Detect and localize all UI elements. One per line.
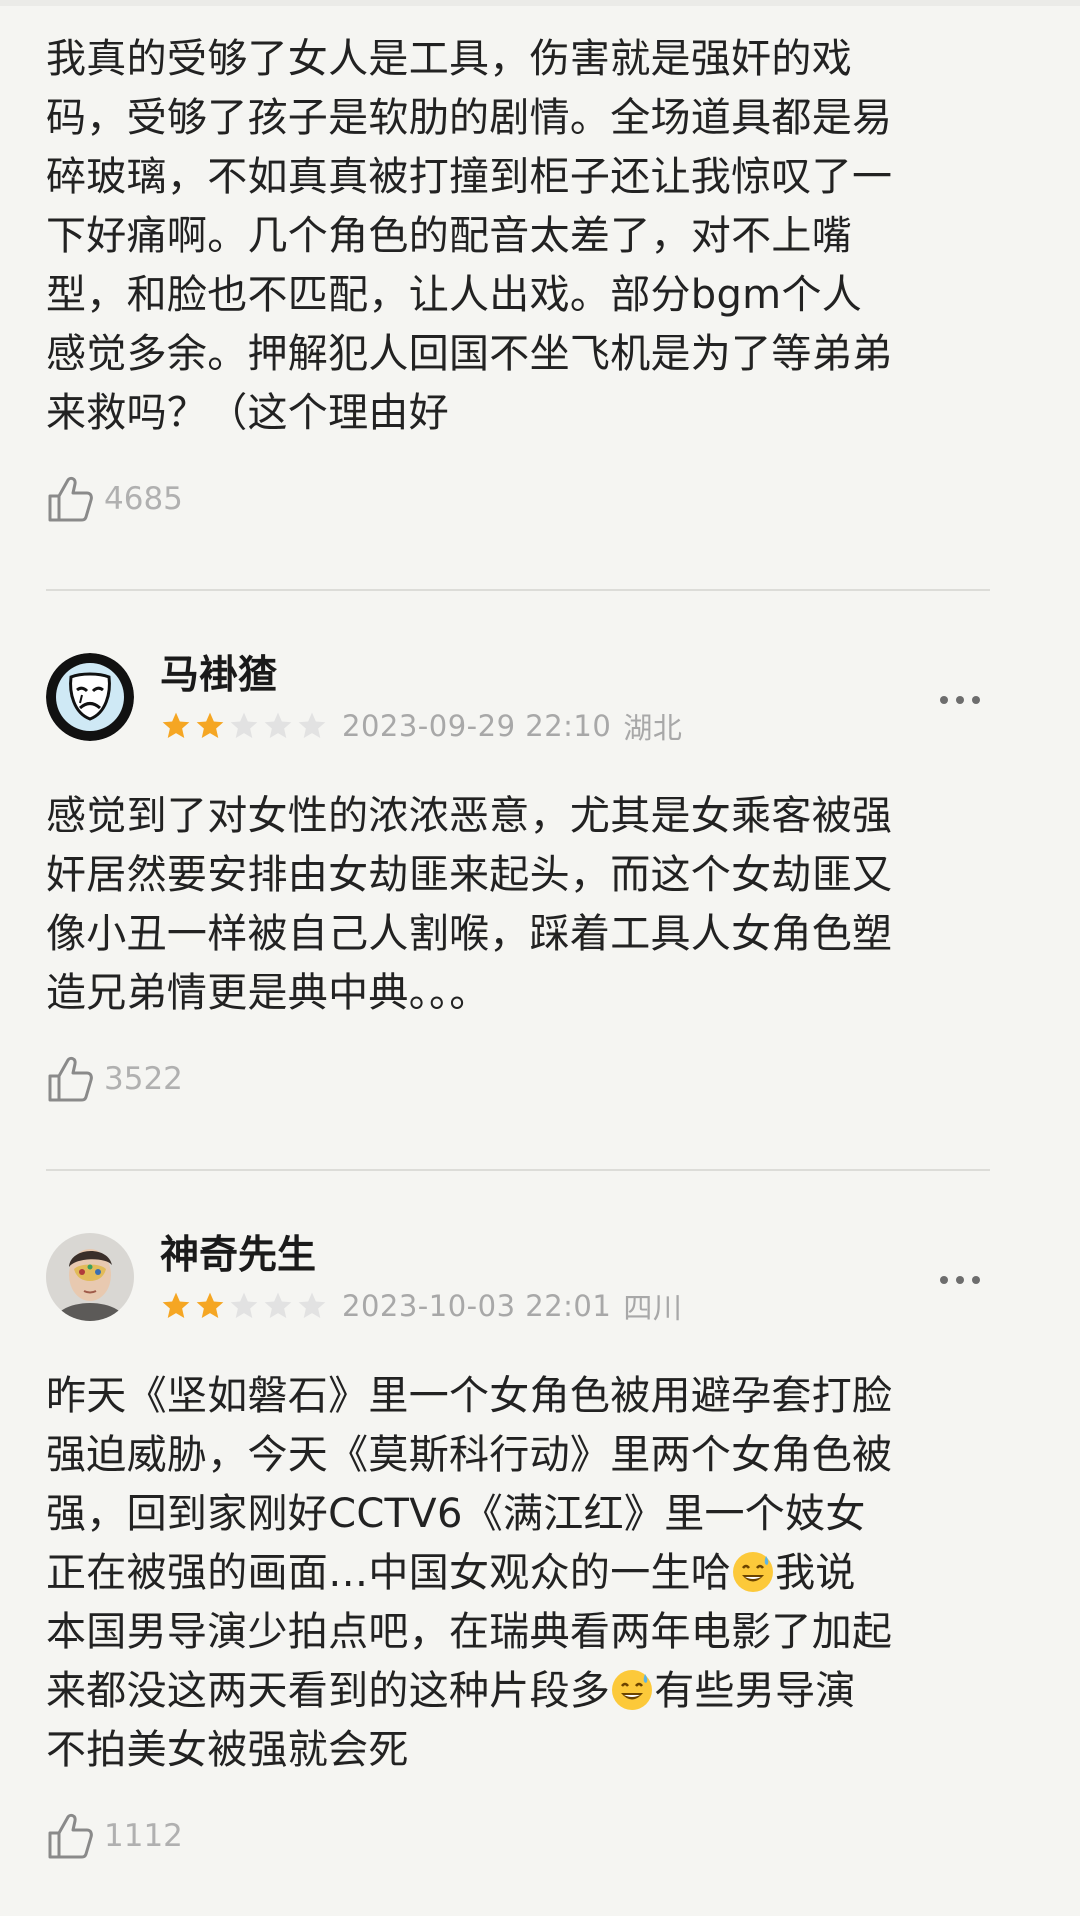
username[interactable]: 马褂猹: [160, 651, 277, 701]
more-options-button[interactable]: [930, 685, 990, 715]
review-header: 神奇先生 2023-10-03 22:01 四川: [46, 1229, 990, 1325]
top-edge: [0, 0, 1080, 6]
review-header: 马褂猹 2023-09-29 22:10 湖北: [46, 649, 990, 745]
review-item: 马褂猹 2023-09-29 22:10 湖北 感觉到了对女性的浓浓恶意，尤其是…: [46, 649, 990, 1171]
more-dots-icon: [940, 696, 948, 704]
review-location: 湖北: [623, 711, 683, 745]
thumbs-up-icon: [48, 476, 93, 522]
thumbs-up-icon: [48, 1056, 93, 1102]
star-empty-icon: [298, 1292, 326, 1318]
sweat-smile-emoji: [733, 1552, 774, 1592]
review-item: 我真的受够了女人是工具，伤害就是强奸的戏 码，受够了孩子是软肋的剧情。全场道具都…: [46, 30, 990, 591]
star-filled-icon: [196, 712, 224, 738]
review-feed: 我真的受够了女人是工具，伤害就是强奸的戏 码，受够了孩子是软肋的剧情。全场道具都…: [46, 30, 990, 1864]
star-rating: [160, 710, 328, 742]
avatar[interactable]: [46, 653, 134, 741]
star-filled-icon: [196, 1292, 224, 1318]
photo-avatar: [46, 1233, 134, 1321]
review-location: 四川: [623, 1291, 683, 1325]
review-body: 感觉到了对女性的浓浓恶意，尤其是女乘客被强 奸居然要安排由女劫匪来起头，而这个女…: [46, 793, 893, 1016]
like-button[interactable]: 4685: [46, 471, 990, 527]
review-item: 神奇先生 2023-10-03 22:01 四川 昨天《坚如磐石》里一个女角色被…: [46, 1229, 990, 1864]
thumbs-up-icon: [48, 1813, 93, 1859]
username[interactable]: 神奇先生: [160, 1231, 316, 1281]
avatar[interactable]: [46, 1233, 134, 1321]
like-count: 4685: [104, 481, 183, 517]
review-timestamp: 2023-09-29 22:10: [342, 709, 612, 743]
star-empty-icon: [230, 712, 258, 738]
sad-mask-icon: [46, 653, 134, 741]
star-filled-icon: [162, 712, 190, 738]
review-body: 我真的受够了女人是工具，伤害就是强奸的戏 码，受够了孩子是软肋的剧情。全场道具都…: [46, 36, 893, 436]
more-options-button[interactable]: [930, 1265, 990, 1295]
star-empty-icon: [264, 1292, 292, 1318]
more-dots-icon: [940, 1276, 948, 1284]
star-empty-icon: [264, 712, 292, 738]
like-count: 1112: [104, 1818, 183, 1854]
like-button[interactable]: 3522: [46, 1051, 990, 1107]
star-rating: [160, 1290, 328, 1322]
review-meta: 2023-10-03 22:01 四川: [160, 1287, 682, 1325]
more-dot: [956, 696, 964, 704]
review-timestamp: 2023-10-03 22:01: [342, 1289, 612, 1323]
more-dot: [956, 1276, 964, 1284]
divider: [46, 1169, 990, 1171]
star-empty-icon: [298, 712, 326, 738]
like-button[interactable]: 1112: [46, 1808, 990, 1864]
star-filled-icon: [162, 1292, 190, 1318]
more-dot: [972, 696, 980, 704]
more-dot: [972, 1276, 980, 1284]
review-body: 昨天《坚如磐石》里一个女角色被用避孕套打脸 强迫威胁，今天《莫斯科行动》里两个女…: [46, 1367, 990, 1780]
divider: [46, 589, 990, 591]
review-meta: 2023-09-29 22:10 湖北: [160, 707, 682, 745]
like-count: 3522: [104, 1061, 183, 1097]
star-empty-icon: [230, 1292, 258, 1318]
sweat-smile-emoji: [612, 1670, 653, 1710]
